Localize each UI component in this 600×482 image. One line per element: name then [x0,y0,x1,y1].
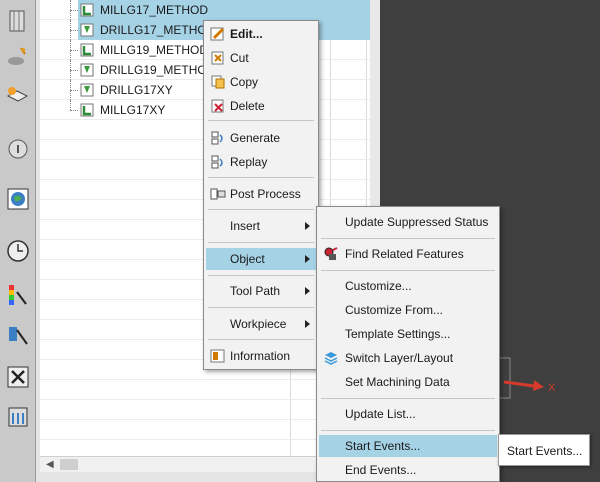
menu-item-set-machining-data[interactable]: Set Machining Data [319,371,497,393]
menu-item-edit[interactable]: Edit... [206,23,316,45]
operation-name: DRILLG17XY [100,83,173,97]
tree-connector [70,20,71,40]
layers-icon [324,352,338,365]
menu-item-customize[interactable]: Customize... [319,275,497,297]
object-submenu: Update Suppressed Status Find Related Fe… [316,206,500,482]
menu-separator [321,398,495,399]
delete-icon [211,99,224,113]
wcs-axis-icon [497,357,544,399]
part-navigator-icon[interactable] [5,8,31,34]
menu-item-object[interactable]: Object [206,248,316,270]
menu-item-update-list[interactable]: Update List... [319,403,497,425]
mill-operation-icon [80,103,94,117]
machine-tool-navigator-icon[interactable] [5,82,31,108]
operation-name: MILLG17_METHOD [100,3,209,17]
menu-separator [208,307,314,308]
tools-navigator-icon[interactable] [5,364,31,390]
mill-operation-icon [80,3,94,17]
menu-item-update-suppressed-status[interactable]: Update Suppressed Status [319,211,497,233]
copy-icon [211,75,225,89]
menu-item-information[interactable]: Information [206,345,316,367]
context-menu: Edit... Cut Copy Delete Generate Replay … [203,20,319,370]
clock-icon[interactable] [5,238,31,264]
tree-connector [70,10,78,11]
table-row[interactable]: MILLG17_METHOD [40,0,370,20]
menu-separator [321,238,495,239]
palette-navigator-icon[interactable] [5,282,31,308]
menu-item-end-events[interactable]: End Events... [319,459,497,481]
menu-item-delete[interactable]: Delete [206,95,316,117]
edit-icon [210,27,225,41]
menu-item-template-settings[interactable]: Template Settings... [319,323,497,345]
tree-connector [70,40,71,60]
menu-item-insert[interactable]: Insert [206,215,316,237]
scroll-left-icon[interactable]: ◀ [46,459,54,470]
menu-item-find-related-features[interactable]: Find Related Features [319,243,497,265]
drill-operation-icon [80,63,94,77]
tooltip: Start Events... [498,434,590,466]
tree-connector [70,60,71,80]
menu-separator [321,270,495,271]
tree-connector [70,30,78,31]
operation-name: DRILLG19_METHOD [100,63,216,77]
menu-item-customize-from[interactable]: Customize From... [319,299,497,321]
menu-separator [208,339,314,340]
replay-icon [211,155,223,169]
tree-connector [70,50,78,51]
drill-operation-icon [80,83,94,97]
menu-separator [208,242,314,243]
information-icon [210,349,225,363]
menu-separator [208,275,314,276]
web-browser-icon[interactable] [5,186,31,212]
scroll-thumb[interactable] [60,459,78,470]
post-process-icon [210,188,226,200]
generate-icon [211,131,223,145]
tree-connector [70,70,78,71]
menu-item-post-process[interactable]: Post Process [206,183,316,205]
tree-connector [70,90,78,91]
menu-separator [208,120,314,121]
find-related-features-icon [324,247,338,260]
submenu-arrow-icon [305,255,310,263]
tree-connector [70,0,71,20]
menu-separator [321,430,495,431]
menu-item-replay[interactable]: Replay [206,151,316,173]
menu-item-cut[interactable]: Cut [206,47,316,69]
menu-item-workpiece[interactable]: Workpiece [206,313,316,335]
tree-connector [70,80,71,100]
menu-item-start-events[interactable]: Start Events... [319,435,497,457]
operation-name: MILLG17XY [100,103,166,117]
role-navigator-icon[interactable] [5,322,31,348]
menu-item-tool-path[interactable]: Tool Path [206,280,316,302]
drill-operation-icon [80,23,94,37]
tree-connector [70,110,78,111]
menu-separator [208,209,314,210]
menu-item-switch-layer-layout[interactable]: Switch Layer/Layout [319,347,497,369]
operation-name: DRILLG17_METHOD [100,23,216,37]
submenu-arrow-icon [305,287,310,295]
assembly-navigator-icon[interactable] [5,44,31,70]
menu-item-copy[interactable]: Copy [206,71,316,93]
system-materials-icon[interactable] [5,404,31,430]
resource-bar [0,0,36,482]
menu-separator [208,177,314,178]
mill-operation-icon [80,43,94,57]
tree-connector [70,100,71,110]
menu-item-generate[interactable]: Generate [206,127,316,149]
operation-name: MILLG19_METHOD [100,43,209,57]
submenu-arrow-icon [305,222,310,230]
history-icon[interactable] [5,136,31,162]
x-axis-label: X [548,382,556,394]
submenu-arrow-icon [305,320,310,328]
cut-icon [211,51,224,65]
